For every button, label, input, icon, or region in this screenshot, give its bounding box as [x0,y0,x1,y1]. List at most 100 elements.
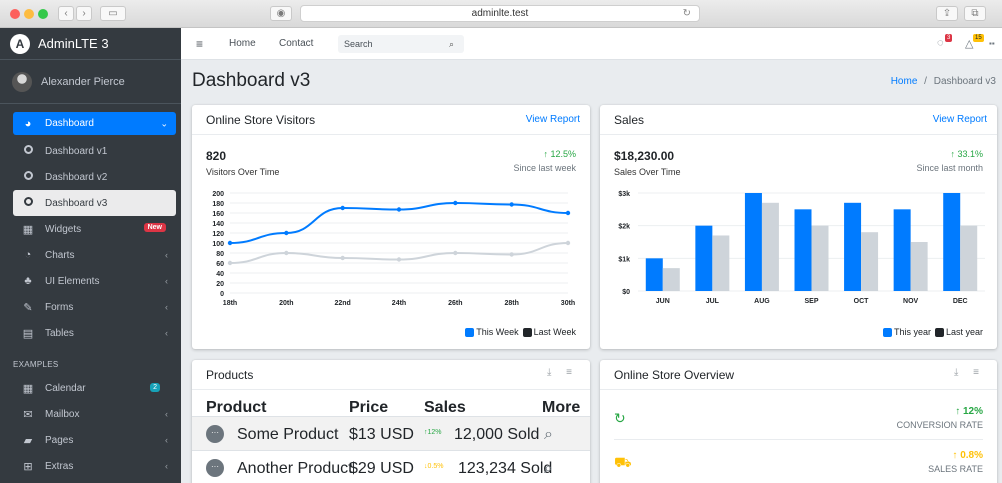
data-point [340,205,345,211]
sidebar-item-label: Extras [45,460,74,472]
back-button[interactable]: ‹ [58,6,74,21]
reload-icon[interactable]: ↻ [683,6,691,21]
breadcrumb-home-link[interactable]: Home [891,76,918,87]
nav-link-contact[interactable]: Contact [279,38,313,49]
address-bar[interactable]: adminlte.test ↻ [300,5,700,22]
refresh-icon: ↻ [614,410,626,426]
sidebar-item-dashboard-v3[interactable]: Dashboard v3 [13,190,176,216]
card-tools[interactable]: ⤓ ≡ [547,367,578,378]
sidebar-item-tables[interactable]: ▤ Tables ‹ [13,320,176,346]
data-point [396,207,402,212]
product-name: Some Product [237,426,339,443]
card-title: Online Store Visitors [206,113,316,127]
sidebar-item-dashboard-v1[interactable]: Dashboard v1 [13,138,176,164]
sidebar-item-ui-elements[interactable]: ♣ UI Elements ‹ [13,268,176,294]
sidebar-item-forms[interactable]: ✎ Forms ‹ [13,294,176,320]
chevron-left-icon: ‹ [165,328,168,338]
brand-link[interactable]: A AdminLTE 3 [0,28,181,60]
sidebar-item-dashboard-v2[interactable]: Dashboard v2 [13,164,176,190]
last-week-swatch [522,327,532,337]
tabs-overview-button[interactable]: ⧉ [964,6,986,21]
bell-icon[interactable]: △ 15 [965,34,984,50]
overview-row-sales: ⛟ ↑ 0.8% SALES RATE [614,440,983,483]
brand-logo: A [10,33,30,54]
circle-icon [19,145,37,157]
circle-icon [19,171,37,183]
sidebar-item-label: Pages [45,434,74,446]
notifications-badge: 15 [973,34,984,42]
share-button[interactable]: ⇪ [936,6,958,21]
sidebar-item-label: Dashboard v1 [45,145,108,157]
user-panel[interactable]: Alexander Pierce [0,60,181,104]
x-tick-label: 28th [504,300,518,307]
bar [811,225,829,291]
privacy-icon[interactable]: ◉ [270,6,292,21]
data-point [227,260,233,266]
y-tick-label: $1k [618,256,630,263]
visitors-change: ↑ 12.5% [543,149,576,159]
card-tools[interactable]: ⤓ ≡ [954,367,985,378]
sidebar-item-dashboard[interactable]: ◕ Dashboard ⌄ [13,112,176,135]
search-icon[interactable]: ⌕ [544,460,553,478]
data-point [565,210,571,216]
sidebar-nav: ◕ Dashboard ⌄ Dashboard v1 Dashboard v2 … [0,104,181,479]
view-report-link[interactable]: View Report [526,114,580,125]
chevron-left-icon: ‹ [165,435,168,445]
pie-chart-icon: ◔ [24,249,32,261]
sidebar-item-extras[interactable]: ⊞ Extras ‹ [13,453,176,479]
menu-toggle-icon[interactable]: ≡ [196,37,203,51]
y-tick-label: 140 [212,221,224,228]
y-tick-label: 20 [216,281,224,288]
bar [893,209,911,291]
bar [695,225,713,291]
sidebar-item-charts[interactable]: ◔ Charts ‹ [13,242,176,268]
close-window-button[interactable] [10,9,20,19]
column-header-sales: Sales [424,399,466,416]
search-icon[interactable]: ⌕ [449,35,454,53]
sidebar-toggle-button[interactable]: ▭ [100,6,126,21]
calendar-badge: 2 [150,383,160,392]
minimize-window-button[interactable] [24,9,34,19]
navbar-search-input[interactable]: Search ⌕ [338,35,464,53]
x-tick-label: SEP [804,298,818,305]
sales-card: Sales View Report $18,230.00 Sales Over … [600,105,997,349]
sidebar-item-widgets[interactable]: ▦ Widgets New [13,216,176,242]
circle-icon [19,197,37,209]
bar [662,268,680,291]
sidebar-item-pages[interactable]: ▰ Pages ‹ [13,427,176,453]
bar [910,242,928,291]
x-tick-label: OCT [854,298,870,305]
bar [960,225,978,291]
new-badge: New [143,223,166,232]
data-point [565,240,571,246]
cart-icon: ⛟ [614,454,632,470]
chevron-left-icon: ‹ [165,302,168,312]
conversion-rate-label: CONVERSION RATE [896,420,983,430]
nav-link-home[interactable]: Home [229,38,256,49]
sidebar-item-calendar[interactable]: ▦ Calendar 2 [13,375,176,401]
legend-this-week: This Week [476,327,519,337]
table-header-row: Product Price Sales More [192,390,590,416]
online-store-overview-card: Online Store Overview ⤓ ≡ ↻ ↑ 12% CONVER… [600,360,997,483]
messages-icon[interactable]: ◌ 3 [937,34,953,49]
sidebar-item-mailbox[interactable]: ✉ Mailbox ‹ [13,401,176,427]
apps-grid-icon[interactable]: ▪▪ [989,39,995,48]
table-row: ··· Another Product $29 USD ↓0.5% 123,23… [192,450,590,483]
bar [712,235,730,291]
product-price: $29 USD [349,460,414,477]
top-navbar: ≡ Home Contact Search ⌕ ◌ 3 △ 15 ▪▪ [181,28,1002,60]
product-name: Another Product [237,460,353,477]
search-icon[interactable]: ⌕ [544,426,553,444]
sales-value: $18,230.00 [614,149,675,163]
sales-rate-value: ↑ 0.8% [952,450,983,461]
legend-last-week: Last Week [533,327,576,337]
zoom-window-button[interactable] [38,9,48,19]
y-tick-label: 180 [212,201,224,208]
column-header-product: Product [206,399,267,416]
view-report-link[interactable]: View Report [933,114,987,125]
data-point [227,240,233,246]
card-title: Products [206,368,254,382]
forward-button[interactable]: › [76,6,92,21]
sidebar-item-label: Dashboard v2 [45,171,108,183]
plus-square-icon: ⊞ [23,460,33,473]
